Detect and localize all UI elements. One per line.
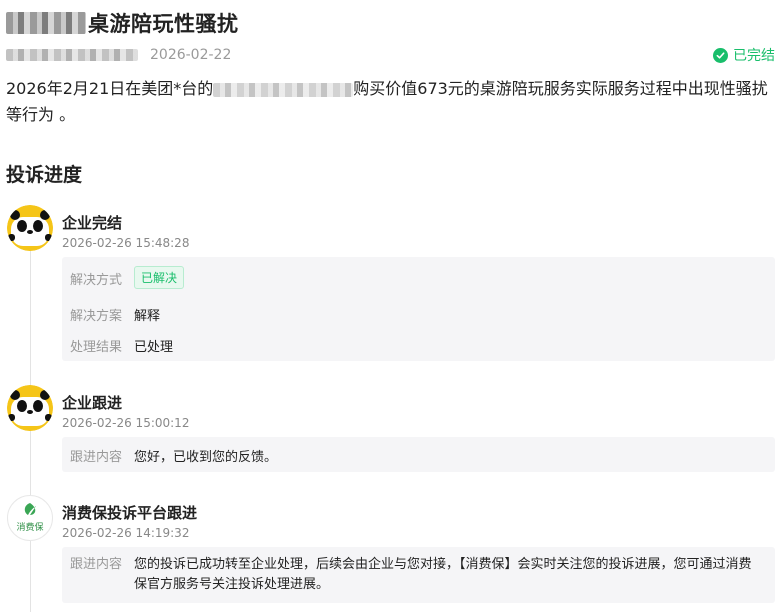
detail-row: 跟进内容 您好，已收到您的反馈。 [70, 446, 277, 465]
detail-key: 跟进内容 [70, 557, 123, 572]
description-part-1: 2026年2月21日在美团*台的 [6, 79, 214, 98]
panda-avatar-icon [7, 205, 53, 251]
detail-key: 解决方式 [70, 273, 123, 288]
detail-row: 处理结果 已处理 [70, 336, 173, 355]
redacted-merchant-name [6, 12, 86, 34]
detail-value: 解释 [134, 309, 161, 324]
detail-key: 解决方案 [70, 309, 123, 324]
event-time: 2026-02-26 14:19:32 [62, 526, 190, 540]
redacted-shop-name [213, 82, 354, 97]
progress-section-title: 投诉进度 [6, 164, 83, 186]
detail-row: 解决方式 已解决 [70, 266, 185, 289]
complaint-title: 桌游陪玩性骚扰 [88, 12, 239, 36]
event-detail-card: 跟进内容 您好，已收到您的反馈。 [62, 437, 775, 472]
detail-key: 跟进内容 [70, 450, 123, 465]
logo-text: 消费保 [16, 523, 44, 533]
event-title: 消费保投诉平台跟进 [62, 504, 198, 522]
event-title: 企业跟进 [62, 394, 123, 412]
detail-key: 处理结果 [70, 340, 123, 355]
event-detail-card: 跟进内容 您的投诉已成功转至企业处理，后续会由企业与您对接，【消费保】会实时关注… [62, 547, 775, 603]
complaint-description: 2026年2月21日在美团*台的 购买价值673元的桌游陪玩服务实际服务过程中出现… [6, 76, 776, 128]
panda-avatar-icon [7, 385, 53, 431]
detail-value: 已处理 [134, 340, 174, 355]
xiaofeibao-logo-icon: 消费保 [7, 495, 53, 541]
complaint-date: 2026-02-22 [150, 47, 232, 63]
detail-value: 您的投诉已成功转至企业处理，后续会由企业与您对接，【消费保】会实时关注您的投诉进… [134, 557, 752, 592]
event-detail-card: 解决方式 已解决 解决方案 解释 处理结果 已处理 [62, 257, 775, 361]
event-time: 2026-02-26 15:00:12 [62, 416, 190, 430]
detail-row: 解决方案 解释 [70, 305, 160, 324]
event-time: 2026-02-26 15:48:28 [62, 236, 190, 250]
detail-value: 您好，已收到您的反馈。 [134, 450, 278, 465]
complaint-meta-row: 2026-02-22 已完结 [6, 44, 777, 66]
detail-row: 跟进内容 您的投诉已成功转至企业处理，后续会由企业与您对接，【消费保】会实时关注… [70, 555, 767, 595]
resolved-tag: 已解决 [134, 266, 185, 289]
event-title: 企业完结 [62, 214, 123, 232]
redacted-user-name [6, 49, 138, 61]
status-label: 已完结 [733, 48, 775, 64]
complaint-title-row: 桌游陪玩性骚扰 [6, 6, 239, 40]
status-badge: 已完结 [713, 44, 775, 66]
check-circle-icon [713, 47, 728, 63]
